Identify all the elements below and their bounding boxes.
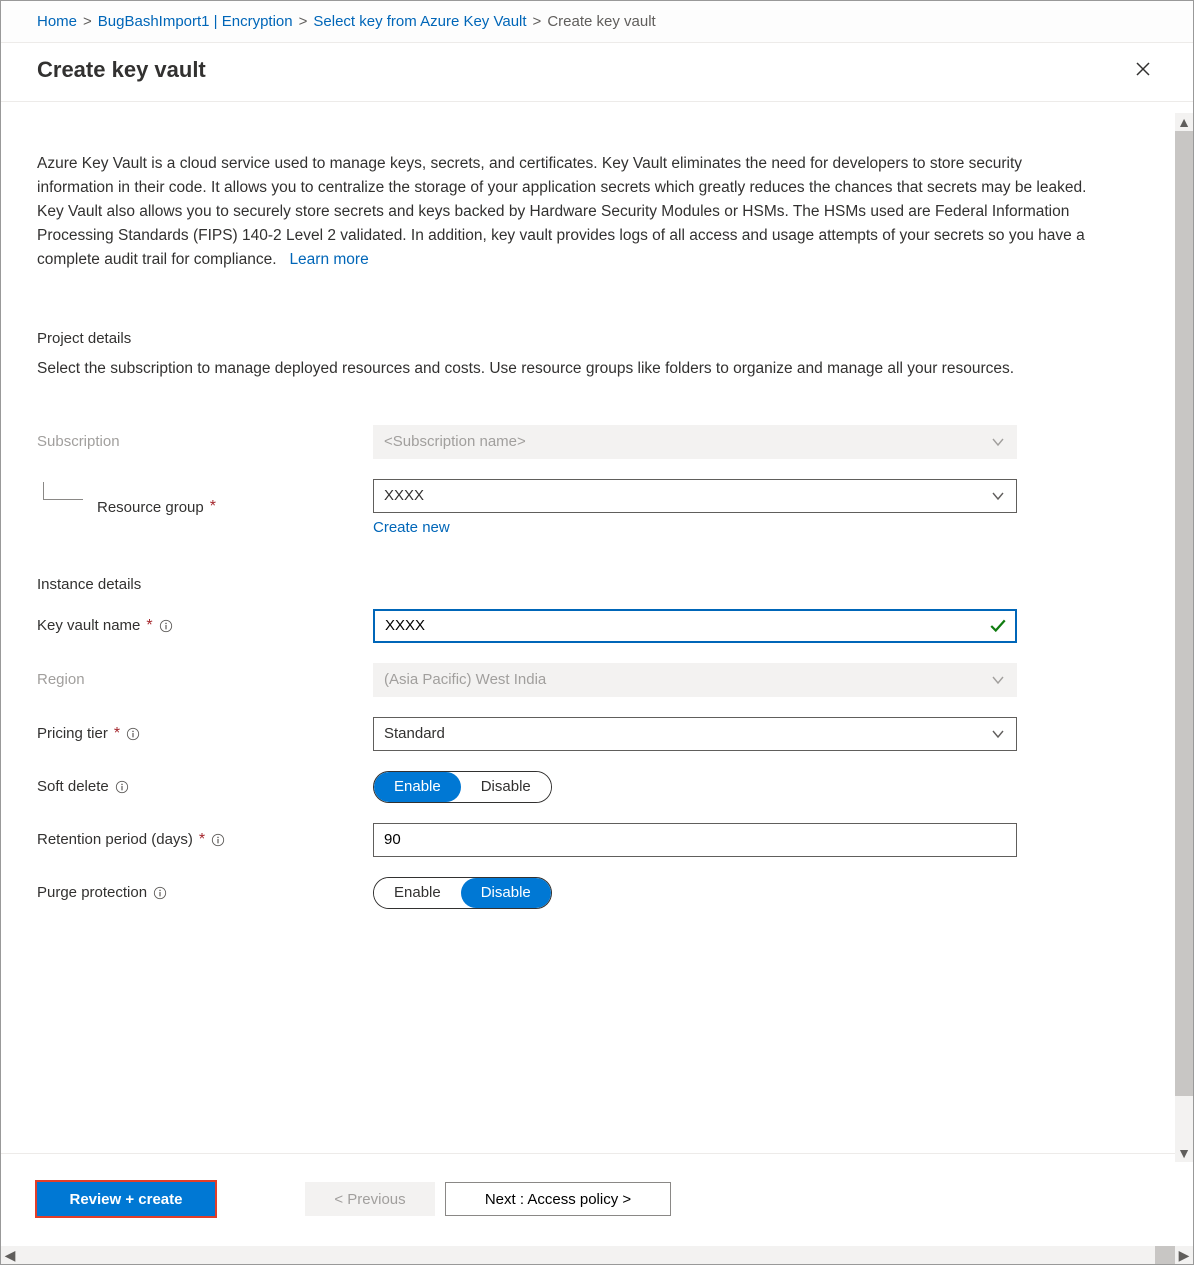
chevron-right-icon: >: [533, 13, 542, 30]
close-button[interactable]: [1135, 61, 1153, 79]
resource-group-select[interactable]: XXXX: [373, 479, 1017, 513]
chevron-down-icon: [992, 435, 1006, 449]
scroll-thumb[interactable]: [1175, 131, 1193, 1096]
next-button[interactable]: Next : Access policy >: [445, 1182, 671, 1216]
region-select: (Asia Pacific) West India: [373, 663, 1017, 697]
section-project-details-desc: Select the subscription to manage deploy…: [37, 357, 1097, 381]
breadcrumb-home[interactable]: Home: [37, 13, 77, 30]
scroll-up-arrow-icon[interactable]: ▲: [1175, 113, 1193, 131]
breadcrumb: Home > BugBashImport1 | Encryption > Sel…: [1, 1, 1193, 43]
breadcrumb-resource[interactable]: BugBashImport1 | Encryption: [98, 13, 293, 30]
chevron-down-icon: [992, 673, 1006, 687]
chevron-down-icon: [992, 489, 1006, 503]
soft-delete-disable[interactable]: Disable: [461, 772, 551, 802]
purge-protection-disable[interactable]: Disable: [461, 878, 551, 908]
close-icon: [1135, 61, 1151, 77]
retention-period-label: Retention period (days) *: [37, 831, 373, 849]
retention-period-input[interactable]: [373, 823, 1017, 857]
content-scroll-area: Azure Key Vault is a cloud service used …: [1, 102, 1193, 1171]
vertical-scrollbar[interactable]: ▲ ▼: [1175, 113, 1193, 1162]
region-value: (Asia Pacific) West India: [384, 671, 546, 688]
resource-group-value: XXXX: [384, 487, 424, 504]
info-icon[interactable]: [159, 619, 173, 633]
chevron-right-icon: >: [83, 13, 92, 30]
required-indicator: *: [199, 831, 205, 849]
checkmark-icon: [989, 617, 1007, 635]
info-icon[interactable]: [126, 727, 140, 741]
blade-header: Create key vault: [1, 43, 1193, 102]
chevron-down-icon: [992, 727, 1006, 741]
required-indicator: *: [210, 498, 216, 516]
breadcrumb-select-key[interactable]: Select key from Azure Key Vault: [313, 13, 526, 30]
app-window: Home > BugBashImport1 | Encryption > Sel…: [0, 0, 1194, 1265]
section-project-details-title: Project details: [37, 330, 1157, 347]
section-instance-details-title: Instance details: [37, 576, 1157, 593]
previous-button: < Previous: [305, 1182, 435, 1216]
purge-protection-enable[interactable]: Enable: [374, 878, 461, 908]
info-icon[interactable]: [153, 886, 167, 900]
info-icon[interactable]: [211, 833, 225, 847]
breadcrumb-current: Create key vault: [547, 13, 655, 30]
scroll-thumb[interactable]: [1155, 1246, 1175, 1264]
key-vault-name-input[interactable]: [373, 609, 1017, 643]
required-indicator: *: [114, 725, 120, 743]
key-vault-name-label: Key vault name *: [37, 617, 373, 635]
intro-text: Azure Key Vault is a cloud service used …: [37, 152, 1097, 272]
pricing-tier-select[interactable]: Standard: [373, 717, 1017, 751]
footer-actions: Review + create < Previous Next : Access…: [1, 1153, 1193, 1244]
review-create-button[interactable]: Review + create: [37, 1182, 215, 1216]
soft-delete-toggle[interactable]: Enable Disable: [373, 771, 552, 803]
subscription-placeholder: <Subscription name>: [384, 433, 526, 450]
create-new-link[interactable]: Create new: [373, 519, 450, 536]
scroll-down-arrow-icon[interactable]: ▼: [1175, 1144, 1193, 1162]
learn-more-link[interactable]: Learn more: [289, 251, 368, 268]
chevron-right-icon: >: [299, 13, 308, 30]
soft-delete-enable[interactable]: Enable: [374, 772, 461, 802]
scroll-left-arrow-icon[interactable]: ◀: [1, 1246, 19, 1264]
pricing-tier-label: Pricing tier *: [37, 725, 373, 743]
horizontal-scrollbar[interactable]: ◀ ▶: [1, 1246, 1193, 1264]
resource-group-label: Resource group *: [37, 498, 373, 516]
purge-protection-label: Purge protection: [37, 884, 373, 901]
scroll-right-arrow-icon[interactable]: ▶: [1175, 1246, 1193, 1264]
region-label: Region: [37, 671, 373, 688]
subscription-select: <Subscription name>: [373, 425, 1017, 459]
info-icon[interactable]: [115, 780, 129, 794]
soft-delete-label: Soft delete: [37, 778, 373, 795]
page-title: Create key vault: [37, 57, 206, 83]
pricing-tier-value: Standard: [384, 725, 445, 742]
subscription-label: Subscription: [37, 433, 373, 450]
required-indicator: *: [146, 617, 152, 635]
purge-protection-toggle[interactable]: Enable Disable: [373, 877, 552, 909]
